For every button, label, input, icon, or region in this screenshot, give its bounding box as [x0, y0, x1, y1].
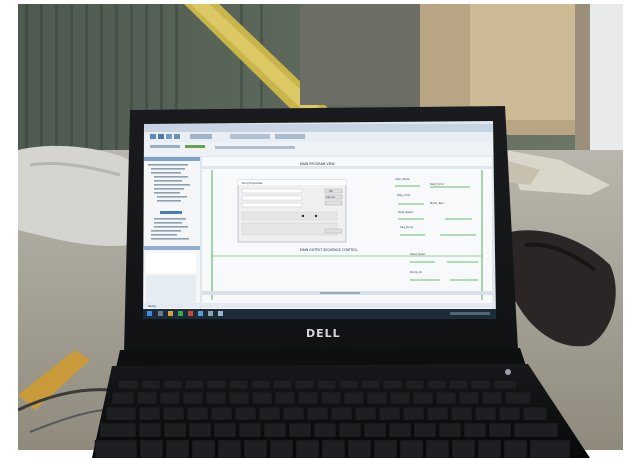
dialog-field[interactable]: [241, 188, 303, 194]
taskbar-app-icon[interactable]: [158, 311, 163, 316]
system-tray: [450, 312, 490, 315]
ladder-label: Pump_On: [410, 270, 423, 274]
ladder-label: Seq_Done: [400, 225, 413, 229]
keyboard: [94, 379, 571, 458]
cancel-button-label: Cancel: [326, 195, 335, 199]
taskbar-app-icon[interactable]: [218, 311, 223, 316]
taskbar: [143, 309, 496, 319]
dialog-title: Rung Properties: [242, 181, 263, 185]
ladder-label: Fault_Reset: [398, 210, 413, 214]
ok-button-label: OK: [329, 189, 333, 193]
laptop-screen: MAIN PROGRAM VIEW MAIN OUTPUT SEQUENCE C…: [143, 121, 496, 319]
dialog-field[interactable]: [241, 202, 303, 208]
ladder-label: Auto_Mode: [395, 177, 410, 181]
ladder-label: Motor_Run: [430, 201, 444, 205]
taskbar-app-icon[interactable]: [178, 311, 183, 316]
status-text: Ready: [148, 304, 157, 308]
canvas-title: MAIN PROGRAM VIEW: [300, 162, 336, 166]
rung-properties-dialog: Rung Properties OK Cancel: [237, 179, 347, 243]
rung-comment: MAIN OUTPUT SEQUENCE CONTROL: [300, 248, 358, 252]
taskbar-app-icon[interactable]: [188, 311, 193, 316]
taskbar-app-icon[interactable]: [198, 311, 203, 316]
dell-logo: DELL: [306, 327, 341, 340]
ladder-label: Valve_Open: [410, 252, 426, 256]
start-icon[interactable]: [147, 311, 152, 316]
ladder-label: Start_Cmd: [430, 182, 444, 186]
dialog-field[interactable]: [241, 195, 303, 201]
ok-button[interactable]: [324, 188, 343, 194]
photo-svg: MAIN PROGRAM VIEW MAIN OUTPUT SEQUENCE C…: [0, 0, 631, 458]
ladder-label: Stop_Cmd: [397, 193, 411, 197]
photo-scene: MAIN PROGRAM VIEW MAIN OUTPUT SEQUENCE C…: [0, 0, 631, 458]
taskbar-app-icon[interactable]: [208, 311, 213, 316]
folder-icon[interactable]: [168, 311, 173, 316]
power-button[interactable]: [505, 369, 511, 375]
